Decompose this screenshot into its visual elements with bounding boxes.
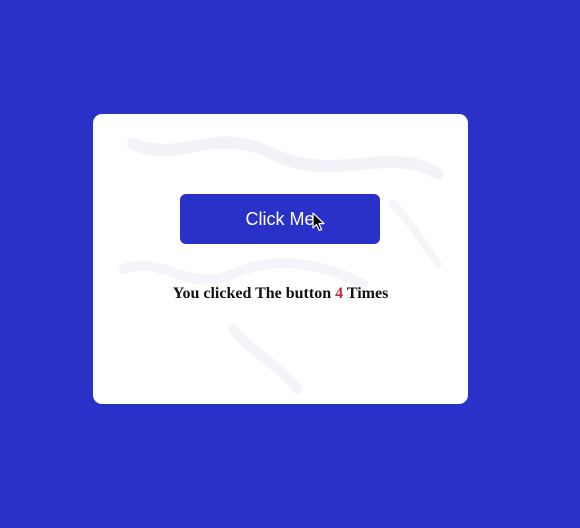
click-me-button[interactable]: Click Me	[180, 194, 380, 244]
click-count-text: You clicked The button 4 Times	[93, 285, 468, 303]
click-count-suffix: Times	[346, 285, 389, 302]
click-count-prefix: You clicked The button	[172, 285, 332, 302]
click-count-value: 4	[335, 285, 344, 302]
click-counter-card: Click Me You clicked The button 4 Times	[93, 114, 468, 404]
faint-wave-pattern	[118, 136, 444, 394]
